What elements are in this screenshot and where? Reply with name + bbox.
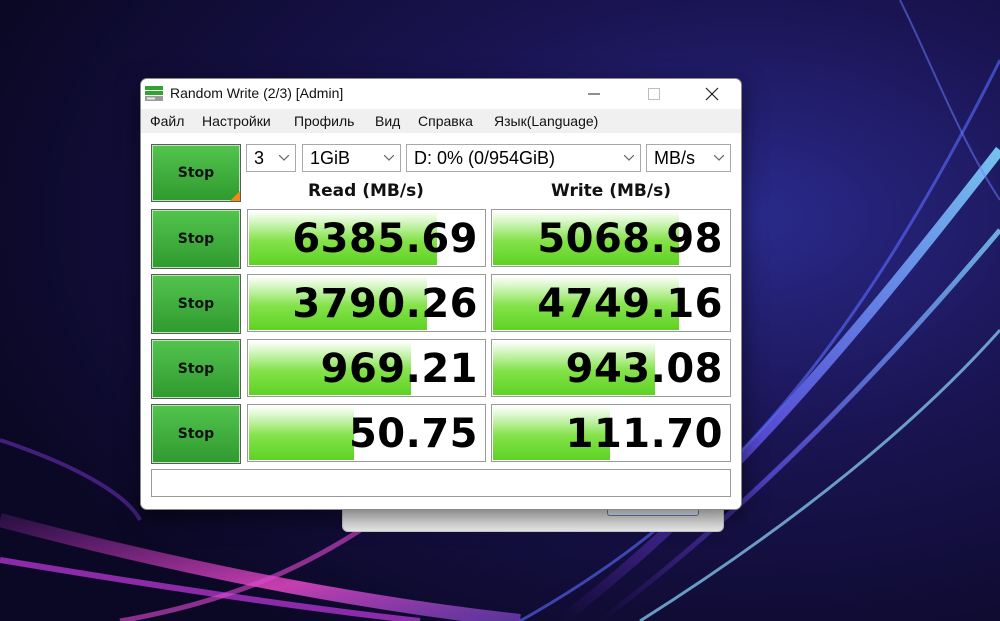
test-size-value: 1GiB xyxy=(310,148,351,168)
write-value: 943.08 xyxy=(565,346,723,392)
stop-button-row-2[interactable]: Stop xyxy=(151,274,241,334)
unit-value: MB/s xyxy=(654,148,696,168)
chevron-down-icon xyxy=(624,155,634,161)
chevron-down-icon xyxy=(714,155,724,161)
stop-all-label: Stop xyxy=(177,165,215,181)
stop-label: Stop xyxy=(177,426,215,442)
benchmark-panel: Stop 3 1GiB D: 0% (0/954GiB) MB/s Read (… xyxy=(141,133,741,509)
read-result-row-1: 6385.69 xyxy=(247,209,486,267)
test-count-value: 3 xyxy=(254,148,265,168)
crystaldiskmark-window: Random Write (2/3) [Admin] Файл Настройк… xyxy=(140,78,742,510)
read-progress-bar xyxy=(249,406,354,460)
stop-button-row-1[interactable]: Stop xyxy=(151,209,241,269)
test-count-select[interactable]: 3 xyxy=(246,144,296,172)
background-window-button xyxy=(607,509,699,516)
maximize-icon xyxy=(648,88,660,100)
disk-benchmark-icon xyxy=(145,86,163,101)
minimize-button[interactable] xyxy=(571,79,617,109)
minimize-icon xyxy=(588,93,600,95)
stop-button-row-4[interactable]: Stop xyxy=(151,404,241,464)
write-value: 5068.98 xyxy=(537,216,723,262)
menu-file[interactable]: Файл xyxy=(150,113,184,129)
read-result-row-3: 969.21 xyxy=(247,339,486,397)
menu-view[interactable]: Вид xyxy=(375,113,400,129)
write-result-row-4: 111.70 xyxy=(491,404,731,462)
write-result-row-2: 4749.16 xyxy=(491,274,731,332)
close-button[interactable] xyxy=(689,79,735,109)
menu-settings[interactable]: Настройки xyxy=(202,113,271,129)
stop-all-button[interactable]: Stop xyxy=(151,144,241,202)
write-value: 4749.16 xyxy=(537,281,723,327)
corner-marker xyxy=(230,191,240,201)
maximize-button[interactable] xyxy=(631,79,677,109)
stop-label: Stop xyxy=(177,231,215,247)
menu-language[interactable]: Язык(Language) xyxy=(494,113,598,129)
read-value: 969.21 xyxy=(320,346,478,392)
write-result-row-1: 5068.98 xyxy=(491,209,731,267)
write-value: 111.70 xyxy=(565,411,723,457)
window-title: Random Write (2/3) [Admin] xyxy=(170,85,344,101)
chevron-down-icon xyxy=(279,155,289,161)
stop-label: Stop xyxy=(177,361,215,377)
read-value: 6385.69 xyxy=(292,216,478,262)
read-result-row-4: 50.75 xyxy=(247,404,486,462)
write-result-row-3: 943.08 xyxy=(491,339,731,397)
read-result-row-2: 3790.26 xyxy=(247,274,486,332)
stop-button-row-3[interactable]: Stop xyxy=(151,339,241,399)
unit-select[interactable]: MB/s xyxy=(646,144,731,172)
comment-field[interactable] xyxy=(151,469,731,497)
write-header: Write (MB/s) xyxy=(551,181,671,201)
close-icon xyxy=(705,87,719,101)
stop-label: Stop xyxy=(177,296,215,312)
menu-profile[interactable]: Профиль xyxy=(294,113,354,129)
menu-bar: Файл Настройки Профиль Вид Справка Язык(… xyxy=(141,109,741,133)
title-bar[interactable]: Random Write (2/3) [Admin] xyxy=(141,79,741,109)
chevron-down-icon xyxy=(384,155,394,161)
drive-value: D: 0% (0/954GiB) xyxy=(414,148,556,168)
read-value: 3790.26 xyxy=(292,281,478,327)
test-size-select[interactable]: 1GiB xyxy=(302,144,401,172)
read-value: 50.75 xyxy=(348,411,478,457)
drive-select[interactable]: D: 0% (0/954GiB) xyxy=(406,144,641,172)
read-header: Read (MB/s) xyxy=(308,181,424,201)
menu-help[interactable]: Справка xyxy=(418,113,473,129)
